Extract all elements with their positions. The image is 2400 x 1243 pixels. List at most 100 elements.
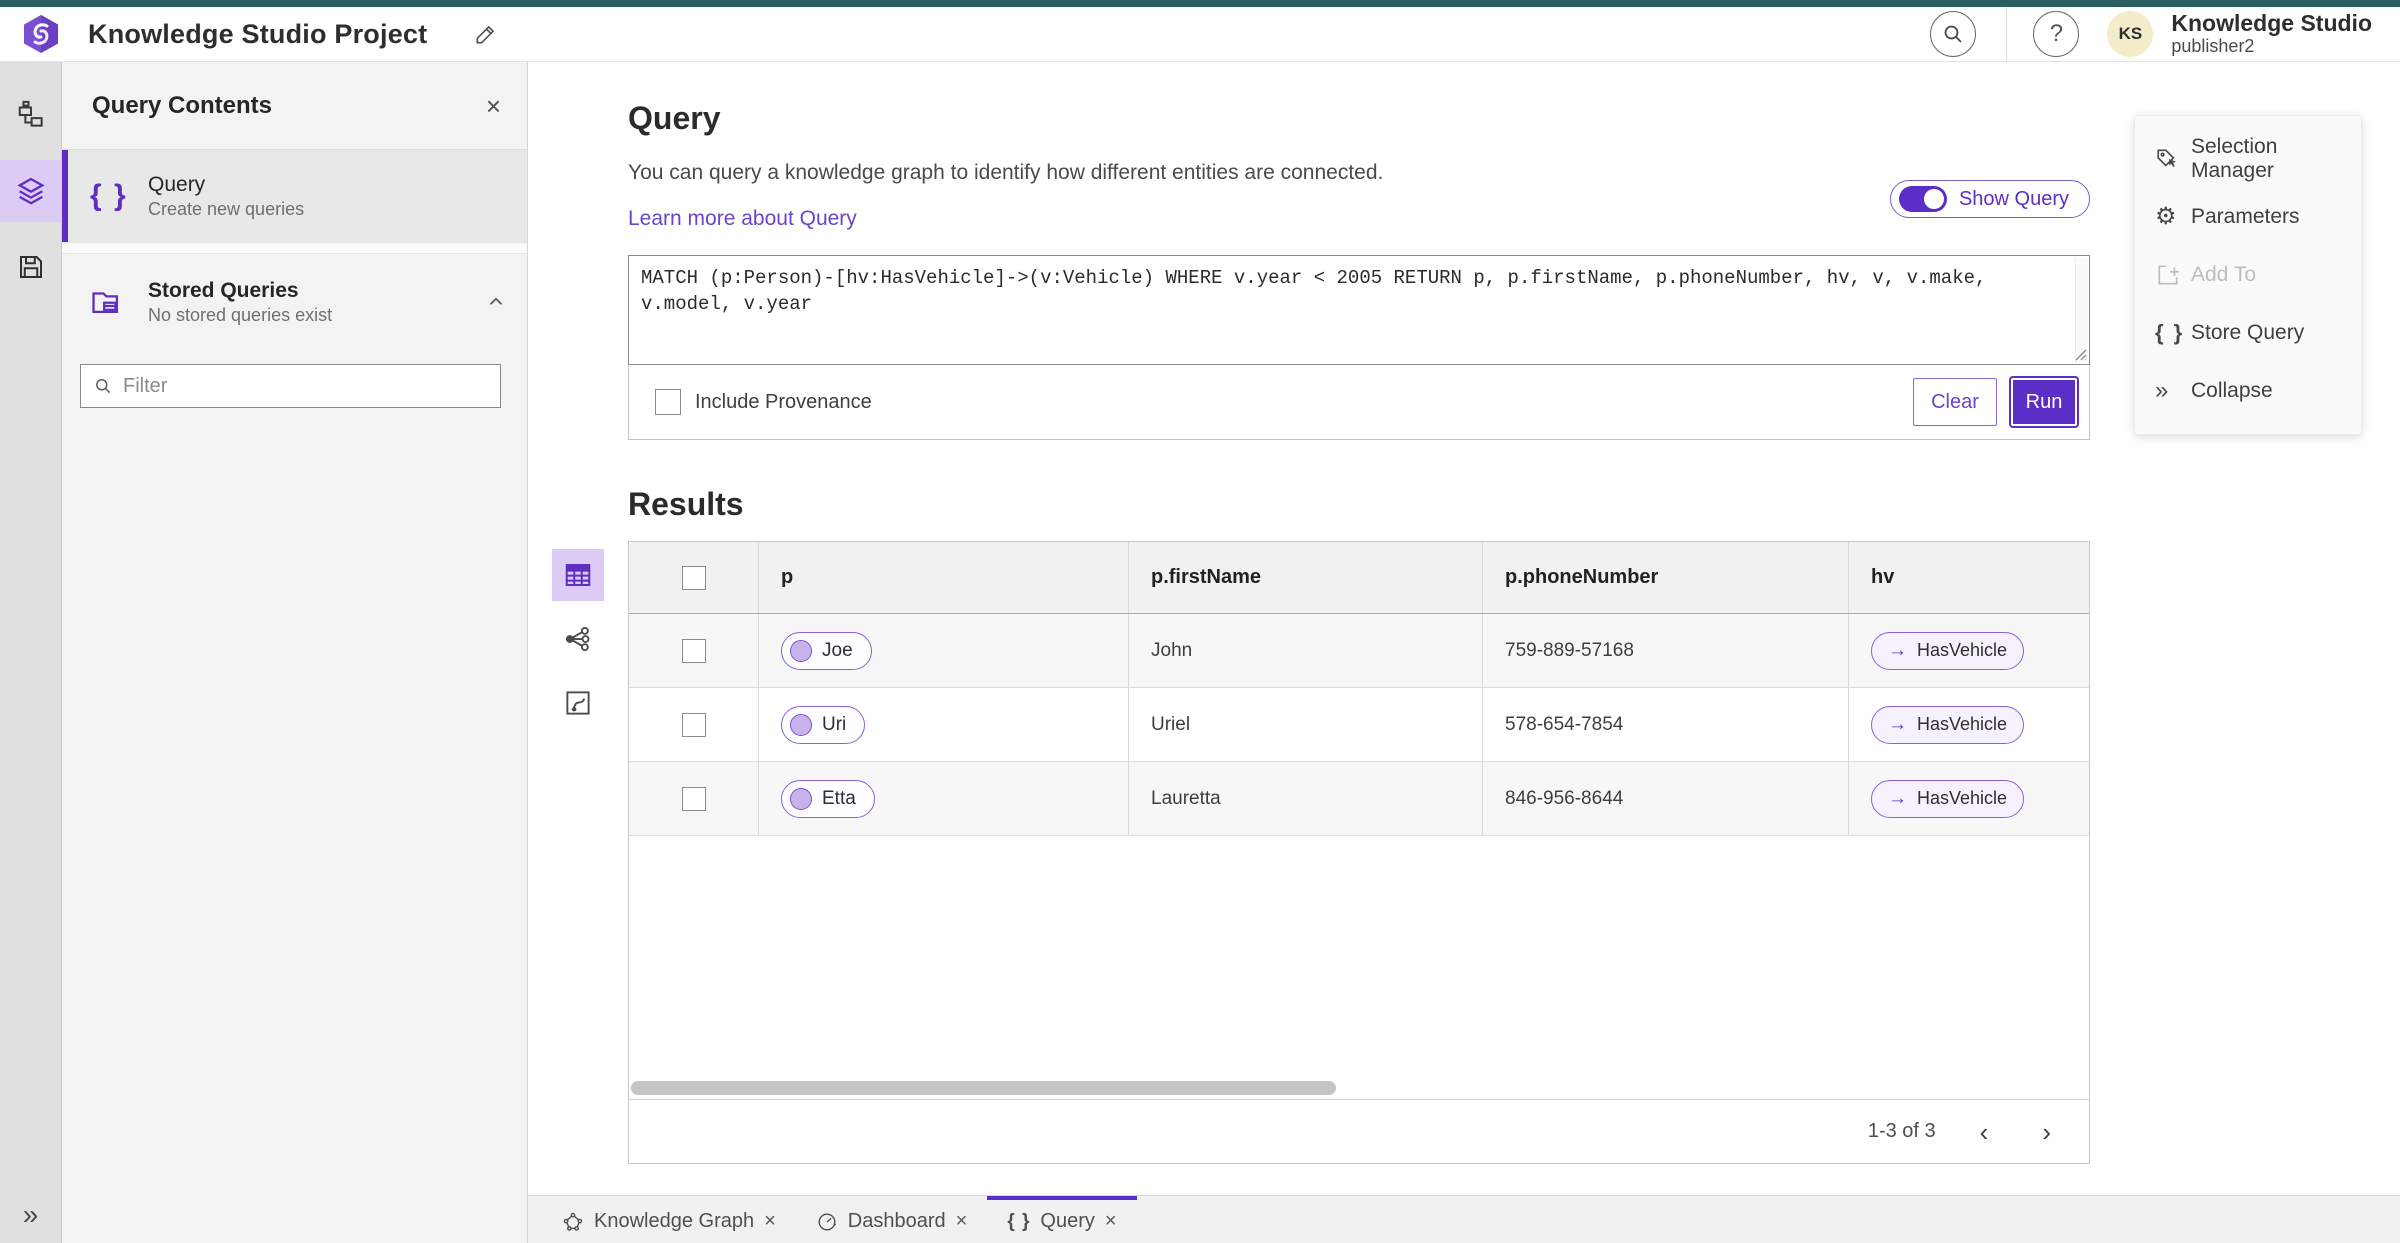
cell-phonenumber: 759-889-57168 xyxy=(1483,614,1849,687)
edge-chip[interactable]: → HasVehicle xyxy=(1871,705,2025,744)
double-chevron-right-icon: » xyxy=(2155,377,2169,404)
selection-manager-button[interactable]: Selection Manager xyxy=(2135,130,2361,188)
chevron-up-icon xyxy=(489,297,503,305)
help-button[interactable]: ? xyxy=(2033,11,2080,57)
dashboard-icon xyxy=(816,1211,838,1233)
rail-item-contents[interactable] xyxy=(0,160,62,222)
arrow-right-icon: → xyxy=(1888,639,1907,661)
app-header: Knowledge Studio Project ? KS Knowledge … xyxy=(0,6,2400,62)
cell-firstname: Uriel xyxy=(1129,688,1483,761)
search-button[interactable] xyxy=(1930,11,1977,57)
app-screen: Knowledge Studio Project ? KS Knowledge … xyxy=(0,0,2400,1243)
project-title: Knowledge Studio Project xyxy=(88,18,428,49)
braces-icon: { } xyxy=(90,179,128,212)
row-checkbox[interactable] xyxy=(681,786,706,811)
tab-knowledge-graph[interactable]: Knowledge Graph × xyxy=(542,1196,796,1243)
query-item-label: Query xyxy=(148,172,206,196)
table-row: Etta Lauretta 846-956-8644 → HasVehicle xyxy=(629,762,2089,836)
tab-dashboard[interactable]: Dashboard × xyxy=(796,1196,988,1243)
avatar-initials: KS xyxy=(2118,24,2143,43)
chevron-left-icon: ‹ xyxy=(1979,1116,1989,1147)
query-text-input[interactable]: MATCH (p:Person)-[hv:HasVehicle]->(v:Veh… xyxy=(628,255,2090,365)
stored-queries-filter xyxy=(80,364,501,408)
table-view-button[interactable] xyxy=(552,549,604,601)
rail-expand-button[interactable]: » xyxy=(23,1201,39,1229)
cell-firstname: Lauretta xyxy=(1129,762,1483,835)
learn-more-link[interactable]: Learn more about Query xyxy=(628,207,857,231)
column-header-phonenumber[interactable]: p.phoneNumber xyxy=(1483,542,1849,613)
horizontal-scrollbar[interactable] xyxy=(631,1081,1336,1095)
column-header-p[interactable]: p xyxy=(759,542,1129,613)
account-info[interactable]: Knowledge Studio publisher2 xyxy=(2171,11,2384,56)
graph-view-button[interactable] xyxy=(552,613,604,665)
save-icon xyxy=(19,256,42,278)
bottom-tab-bar: Knowledge Graph × Dashboard × { } Query … xyxy=(528,1195,2400,1243)
results-view-switcher xyxy=(552,549,604,729)
parameters-button[interactable]: ⚙ Parameters xyxy=(2135,188,2361,246)
avatar[interactable]: KS xyxy=(2107,11,2154,57)
toggle-switch-on xyxy=(1898,186,1947,212)
brand: Knowledge Studio Project xyxy=(0,13,499,55)
chevron-right-icon: › xyxy=(2042,1116,2051,1147)
table-pagination: 1-3 of 3 ‹ › xyxy=(629,1099,2089,1163)
main-column: Query You can query a knowledge graph to… xyxy=(528,62,2400,1243)
column-header-firstname[interactable]: p.firstName xyxy=(1129,542,1483,613)
panel-close-button[interactable]: × xyxy=(486,93,501,119)
select-all-checkbox[interactable] xyxy=(681,565,706,590)
map-view-button[interactable] xyxy=(552,677,604,729)
previous-page-button[interactable]: ‹ xyxy=(1970,1115,1999,1149)
edge-chip[interactable]: → HasVehicle xyxy=(1871,631,2025,670)
run-button[interactable]: Run xyxy=(2009,376,2079,428)
edit-title-button[interactable] xyxy=(473,21,499,47)
close-icon[interactable]: × xyxy=(764,1210,776,1233)
close-icon: × xyxy=(485,90,501,121)
query-page: Query You can query a knowledge graph to… xyxy=(528,62,2400,1195)
layers-icon xyxy=(16,177,45,205)
cell-phonenumber: 578-654-7854 xyxy=(1483,688,1849,761)
table-row: Joe John 759-889-57168 → HasVehicle xyxy=(629,614,2089,688)
arrow-right-icon: → xyxy=(1888,787,1907,809)
tab-query[interactable]: { } Query × xyxy=(987,1196,1137,1243)
folder-icon xyxy=(90,285,134,319)
close-icon[interactable]: × xyxy=(956,1210,968,1233)
row-checkbox[interactable] xyxy=(681,712,706,737)
node-chip[interactable]: Uri xyxy=(781,705,866,744)
query-editor-footer: Include Provenance Clear Run xyxy=(629,365,2089,439)
node-chip[interactable]: Etta xyxy=(781,779,875,818)
help-icon: ? xyxy=(2049,20,2064,47)
store-query-button[interactable]: { } Store Query xyxy=(2135,304,2361,362)
appbar-divider xyxy=(2006,6,2008,62)
close-icon[interactable]: × xyxy=(1105,1210,1117,1233)
collapse-button[interactable]: » Collapse xyxy=(2135,362,2361,420)
app-logo-icon xyxy=(24,15,58,53)
include-provenance-checkbox[interactable] xyxy=(655,389,681,415)
edge-chip[interactable]: → HasVehicle xyxy=(1871,779,2025,818)
appbar-actions: ? KS Knowledge Studio publisher2 xyxy=(1930,6,2400,62)
node-dot-icon xyxy=(790,639,812,662)
include-provenance-label: Include Provenance xyxy=(695,390,872,413)
filter-input[interactable] xyxy=(123,374,488,398)
rail-item-hierarchy[interactable] xyxy=(0,84,62,146)
show-query-toggle[interactable]: Show Query xyxy=(1889,180,2090,218)
row-checkbox[interactable] xyxy=(681,638,706,663)
clear-button[interactable]: Clear xyxy=(1913,378,1997,426)
tools-panel: Selection Manager ⚙ Parameters Add To {… xyxy=(2134,115,2362,435)
table-row: Uri Uriel 578-654-7854 → HasVehicle xyxy=(629,688,2089,762)
account-name: Knowledge Studio xyxy=(2171,10,2372,37)
workspace: » Query Contents × { } Query Create new … xyxy=(0,62,2400,1243)
rail-item-save[interactable] xyxy=(0,236,62,298)
panel-title: Query Contents xyxy=(92,91,273,119)
knowledge-graph-icon xyxy=(562,1211,584,1233)
column-header-hv[interactable]: hv xyxy=(1849,542,2089,613)
next-page-button[interactable]: › xyxy=(2032,1115,2061,1149)
panel-item-query[interactable]: { } Query Create new queries xyxy=(62,150,527,242)
node-dot-icon xyxy=(790,787,812,810)
left-rail: » xyxy=(0,62,62,1243)
query-contents-panel: Query Contents × { } Query Create new qu… xyxy=(62,62,528,1243)
node-dot-icon xyxy=(790,713,812,736)
pencil-icon xyxy=(476,25,495,44)
table-icon xyxy=(565,564,591,586)
stored-queries-collapse-button[interactable] xyxy=(485,291,507,313)
panel-item-stored-queries[interactable]: Stored Queries No stored queries exist xyxy=(62,254,527,350)
node-chip[interactable]: Joe xyxy=(781,631,872,670)
